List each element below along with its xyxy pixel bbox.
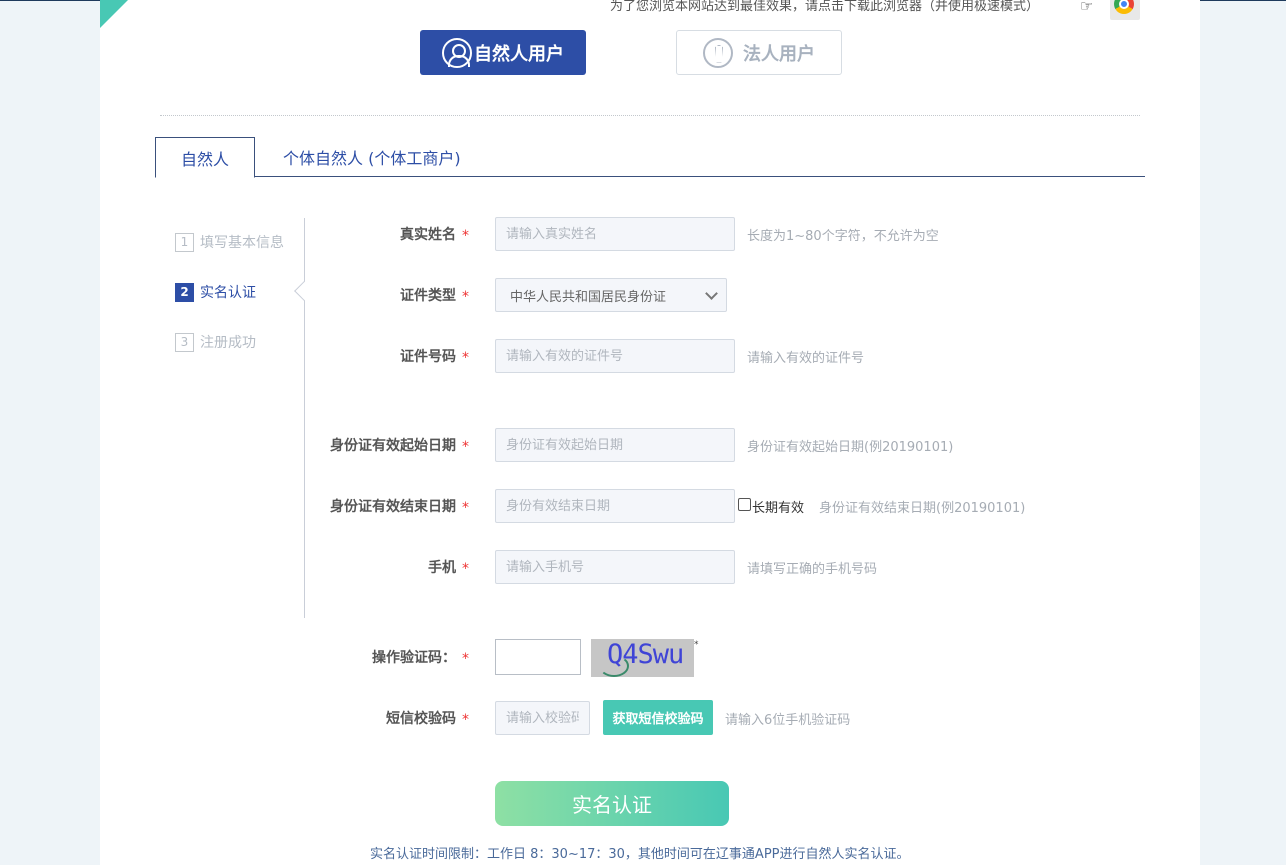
divider: [160, 115, 1140, 116]
required-mark: *: [462, 712, 469, 728]
name-hint: 长度为1~80个字符，不允许为空: [747, 228, 939, 244]
required-mark: *: [462, 651, 469, 667]
required-mark: *: [462, 289, 469, 305]
chevron-down-icon: [705, 287, 718, 300]
tab-natural[interactable]: 自然人: [155, 137, 255, 178]
tie-icon: [703, 37, 733, 68]
sms-hint: 请输入6位手机验证码: [725, 712, 851, 728]
id-type-value: 中华人民共和国居民身份证: [510, 289, 667, 305]
sms-code-input[interactable]: [495, 701, 590, 735]
person-icon: [442, 37, 472, 68]
name-label: 真实姓名: [400, 227, 456, 243]
time-limit-note: 实名认证时间限制：工作日 8：30~17：30，其他时间可在辽事通APP进行自然…: [370, 847, 910, 862]
natural-user-button[interactable]: 自然人用户: [420, 30, 586, 75]
chrome-icon[interactable]: [1110, 0, 1140, 20]
start-date-hint: 身份证有效起始日期(例20190101): [747, 439, 954, 455]
required-mark: *: [462, 228, 469, 244]
legal-user-button[interactable]: 法人用户: [676, 30, 842, 75]
step-label: 实名认证: [200, 285, 256, 301]
step-item-active: 2 实名认证: [175, 282, 256, 302]
step-number: 1: [175, 232, 194, 252]
sms-label: 短信校验码: [386, 711, 456, 727]
captcha-mark: *: [694, 640, 699, 650]
phone-hint: 请填写正确的手机号码: [747, 561, 878, 577]
name-input[interactable]: [495, 217, 735, 251]
tab-individual[interactable]: 个体自然人 (个体工商户): [283, 137, 461, 177]
end-date-input[interactable]: [495, 489, 735, 523]
step-number: 2: [175, 282, 194, 302]
pointing-hand-icon: ☞: [1080, 0, 1094, 15]
step-item: 1 填写基本信息: [175, 232, 284, 252]
captcha-image[interactable]: Q4Swu: [591, 639, 694, 677]
id-number-input[interactable]: [495, 339, 735, 373]
legal-user-label: 法人用户: [743, 43, 815, 65]
captcha-label: 操作验证码：: [372, 650, 456, 666]
step-label: 填写基本信息: [200, 235, 284, 251]
end-date-hint: 身份证有效结束日期(例20190101): [819, 500, 1026, 516]
required-mark: *: [462, 500, 469, 516]
required-mark: *: [462, 561, 469, 577]
browser-notice: 为了您浏览本网站达到最佳效果，请点击下载此浏览器（并使用极速模式）: [610, 0, 1040, 14]
id-type-select[interactable]: 中华人民共和国居民身份证: [495, 278, 727, 312]
corner-ribbon: [100, 0, 128, 28]
id-type-label: 证件类型: [400, 288, 456, 304]
step-item: 3 注册成功: [175, 332, 256, 352]
get-sms-code-button[interactable]: 获取短信校验码: [603, 700, 713, 735]
phone-label: 手机: [428, 560, 456, 576]
tab-bar: 自然人 个体自然人 (个体工商户): [155, 137, 1145, 178]
id-number-hint: 请输入有效的证件号: [747, 350, 865, 366]
captcha-input[interactable]: [495, 639, 581, 675]
required-mark: *: [462, 350, 469, 366]
required-mark: *: [462, 439, 469, 455]
step-label: 注册成功: [200, 335, 256, 351]
phone-input[interactable]: [495, 550, 735, 584]
step-number: 3: [175, 332, 194, 352]
long-term-label[interactable]: 长期有效: [752, 489, 804, 523]
submit-button[interactable]: 实名认证: [495, 781, 729, 826]
start-date-label: 身份证有效起始日期: [330, 438, 456, 454]
captcha-text: Q4Swu: [607, 639, 684, 670]
end-date-label: 身份证有效结束日期: [330, 499, 456, 515]
start-date-input[interactable]: [495, 428, 735, 462]
id-number-label: 证件号码: [400, 349, 456, 365]
long-term-checkbox[interactable]: [738, 498, 751, 511]
natural-user-label: 自然人用户: [474, 43, 564, 65]
